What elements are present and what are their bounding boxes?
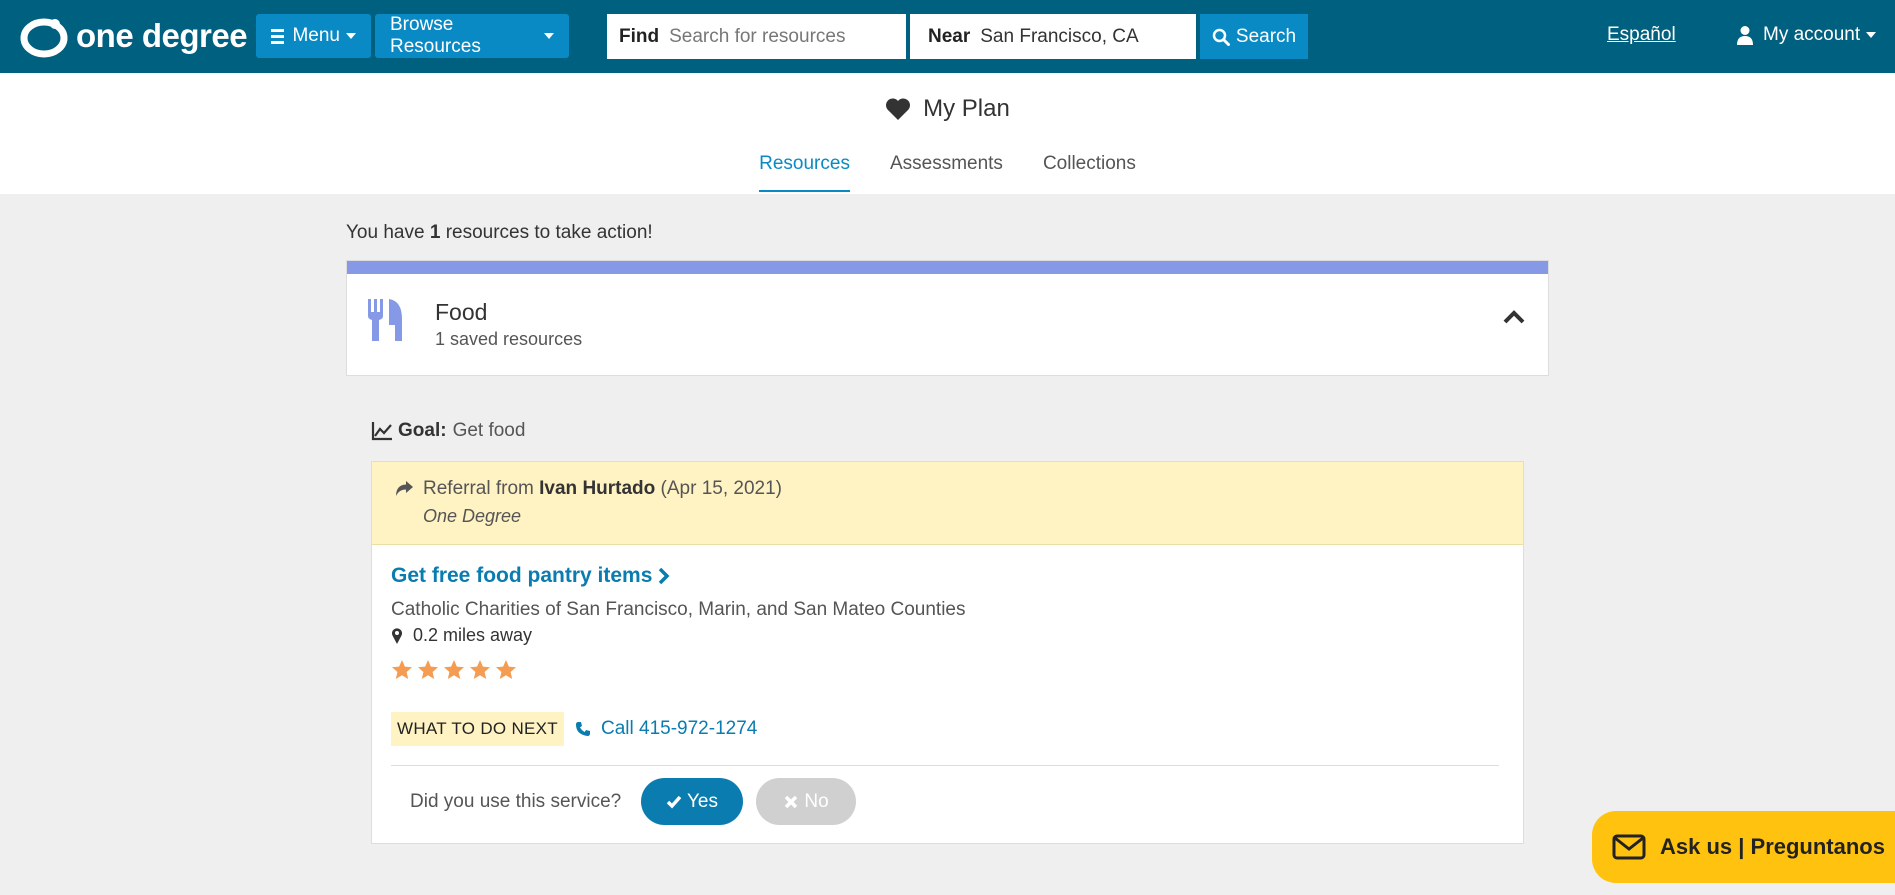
service-question: Did you use this service?	[410, 791, 622, 812]
category-count: 1 saved resources	[435, 329, 583, 349]
resource-card: Referral from Ivan Hurtado (Apr 15, 2021…	[371, 461, 1524, 844]
referral-prefix: Referral from	[423, 478, 534, 499]
star-icon	[418, 660, 438, 679]
plan-header: My Plan Resources Assessments Collection…	[0, 73, 1895, 194]
near-field[interactable]: Near	[910, 14, 1196, 59]
summary-count: 1	[429, 222, 441, 243]
ask-us-button[interactable]: Ask us | Preguntanos	[1592, 811, 1895, 883]
what-to-do-next-badge: WHAT TO DO NEXT	[391, 712, 564, 746]
language-link[interactable]: Español	[1607, 24, 1676, 46]
browse-resources-button[interactable]: Browse Resources	[375, 14, 569, 58]
ask-us-label: Ask us | Preguntanos	[1660, 834, 1885, 859]
search-label: Search	[1235, 25, 1297, 47]
referral-date: (Apr 15, 2021)	[660, 478, 783, 499]
category-name: Food	[435, 299, 488, 325]
yes-label: Yes	[687, 790, 718, 812]
goal-text: Get food	[452, 420, 526, 441]
resource-title: Get free food pantry items	[391, 564, 653, 587]
page-title-text: My Plan	[923, 95, 1010, 122]
search-icon	[1212, 28, 1230, 46]
referrer-name: Ivan Hurtado	[539, 478, 656, 499]
card-divider	[391, 765, 1499, 766]
menu-button[interactable]: Menu	[256, 14, 371, 58]
referral-banner: Referral from Ivan Hurtado (Apr 15, 2021…	[372, 462, 1523, 545]
user-icon	[1737, 26, 1753, 45]
star-icon	[470, 660, 490, 679]
resource-title-link[interactable]: Get free food pantry items	[391, 564, 670, 588]
food-category-card[interactable]: Food 1 saved resources	[346, 260, 1549, 376]
caret-down-icon	[1866, 32, 1877, 38]
find-label: Find	[619, 25, 660, 47]
share-arrow-icon	[396, 481, 413, 496]
star-icon	[496, 660, 516, 679]
resource-summary: You have 1 resources to take action!	[346, 222, 653, 244]
resource-provider: Catholic Charities of San Francisco, Mar…	[391, 599, 966, 620]
distance-text: 0.2 miles away	[413, 625, 533, 645]
tab-collections[interactable]: Collections	[1043, 153, 1136, 192]
one-degree-logo[interactable]: one degree	[20, 14, 248, 58]
star-icon	[444, 660, 464, 679]
star-rating	[391, 659, 521, 681]
menu-label: Menu	[292, 25, 340, 46]
yes-button[interactable]: Yes	[641, 778, 743, 825]
summary-prefix: You have	[346, 222, 425, 243]
line-chart-icon	[371, 422, 392, 441]
tab-resources[interactable]: Resources	[759, 153, 850, 192]
fork-knife-icon	[368, 299, 402, 341]
goal-label: Goal:	[398, 420, 447, 441]
category-color-bar	[347, 261, 1548, 274]
close-icon	[785, 795, 798, 808]
caret-down-icon	[346, 33, 356, 39]
logo-icon	[20, 18, 68, 58]
star-icon	[392, 660, 412, 679]
map-marker-icon	[392, 627, 402, 644]
browse-label: Browse Resources	[390, 14, 481, 57]
search-button[interactable]: Search	[1200, 14, 1308, 59]
top-navbar: one degree Menu Browse Resources Find Ne…	[0, 0, 1895, 73]
find-field[interactable]: Find	[607, 14, 906, 59]
chevron-right-icon	[659, 567, 670, 585]
page-title: My Plan	[0, 95, 1895, 123]
chevron-up-icon[interactable]	[1502, 309, 1526, 325]
near-label: Near	[928, 25, 971, 47]
find-input[interactable]	[669, 25, 870, 48]
phone-icon	[576, 722, 590, 736]
caret-down-icon	[544, 33, 554, 39]
no-label: No	[804, 790, 829, 812]
tab-assessments[interactable]: Assessments	[890, 153, 1003, 192]
summary-suffix: resources to take action!	[445, 222, 653, 243]
call-text: Call 415-972-1274	[601, 718, 758, 739]
call-link[interactable]: Call 415-972-1274	[575, 718, 757, 740]
hamburger-icon	[271, 26, 285, 47]
check-icon	[666, 795, 682, 809]
near-input[interactable]	[980, 25, 1181, 48]
my-account-menu[interactable]: My account	[1737, 24, 1877, 46]
plan-tabs: Resources Assessments Collections	[0, 153, 1895, 192]
referral-line: Referral from Ivan Hurtado (Apr 15, 2021…	[423, 478, 782, 500]
envelope-icon	[1612, 834, 1646, 860]
heart-icon	[886, 98, 911, 120]
no-button[interactable]: No	[756, 778, 856, 825]
referral-organization: One Degree	[423, 506, 522, 526]
resource-distance: 0.2 miles away	[391, 625, 532, 646]
logo-text: one degree	[76, 17, 248, 54]
goal-line: Goal: Get food	[371, 420, 525, 442]
account-label: My account	[1763, 24, 1861, 45]
